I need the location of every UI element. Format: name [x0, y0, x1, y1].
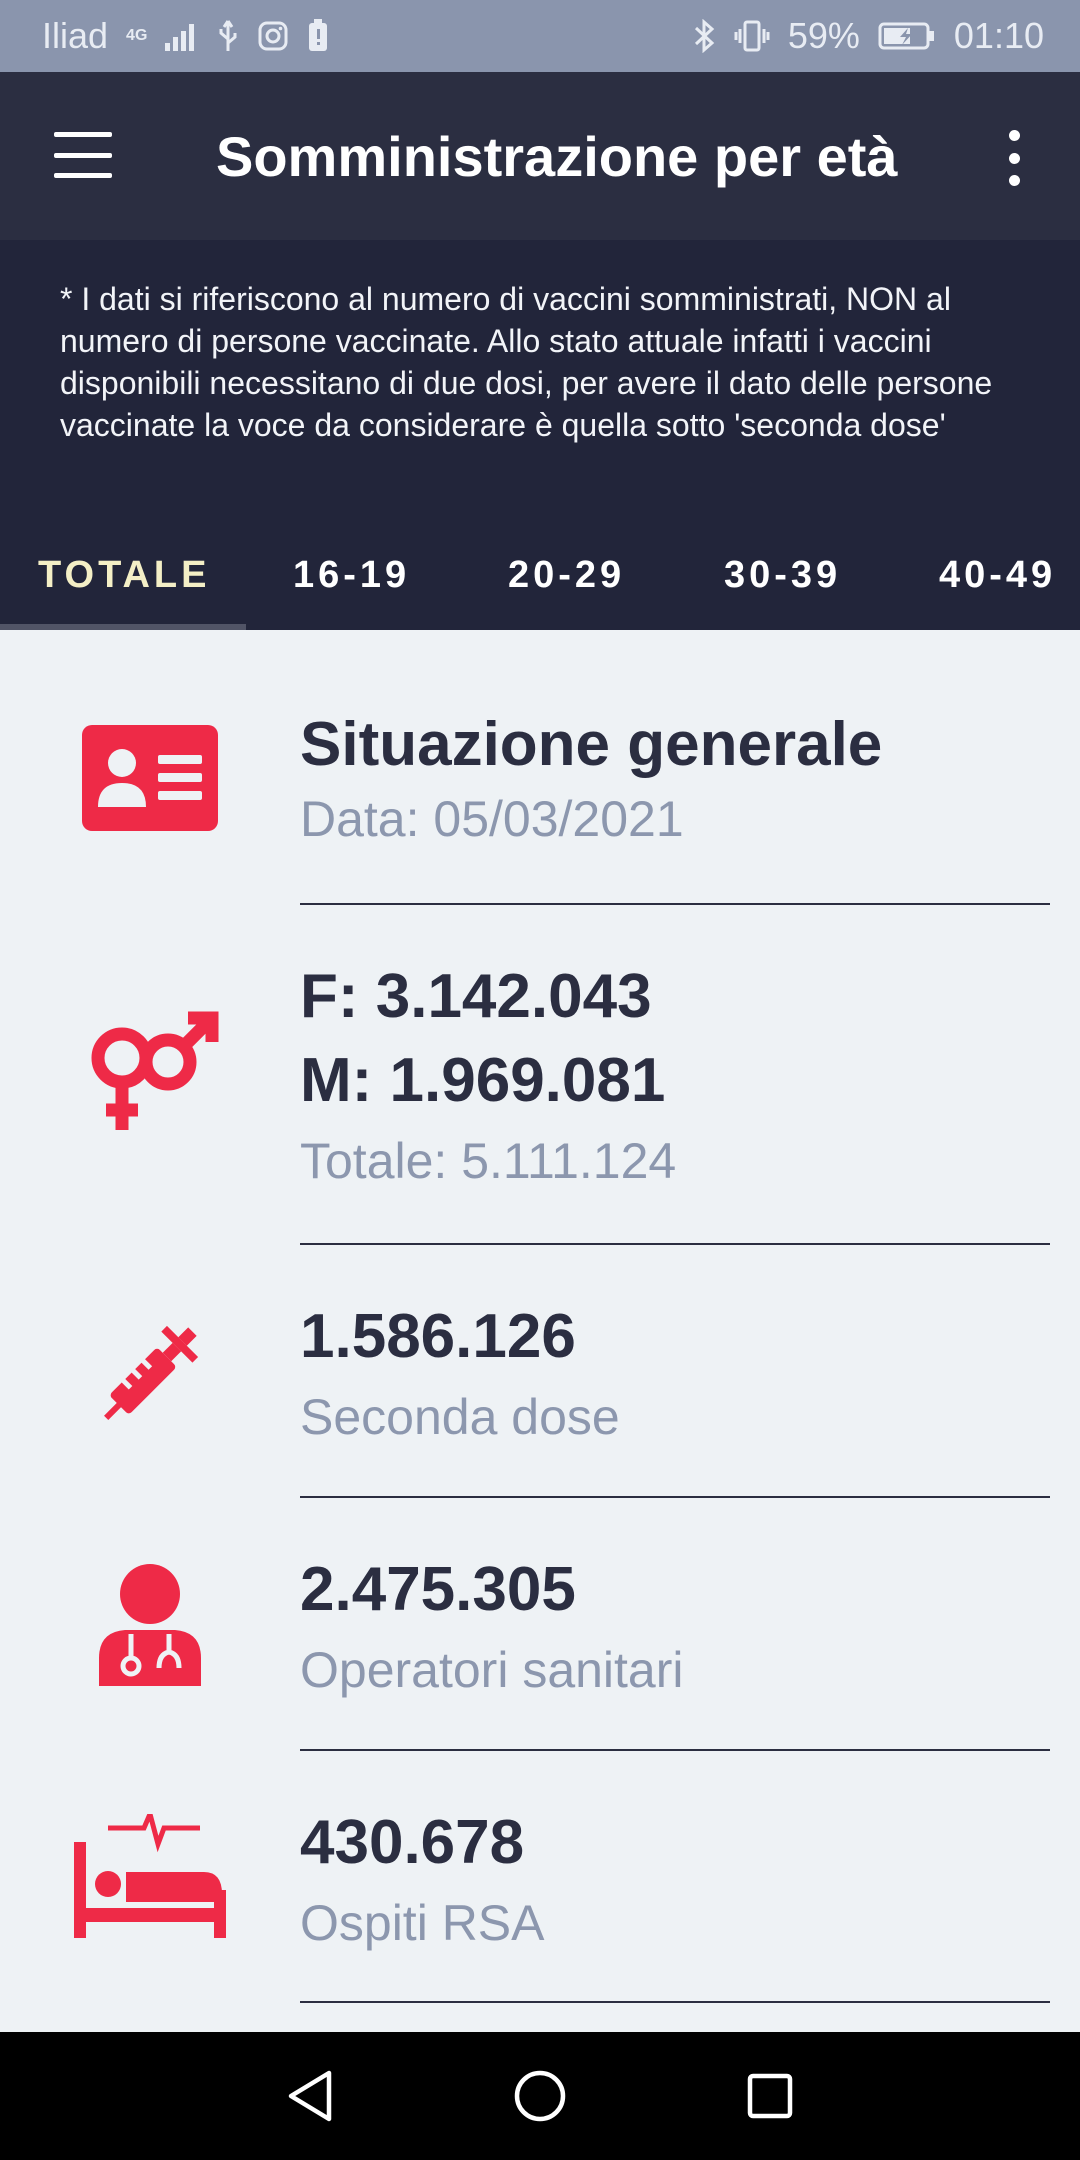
battery-saver-icon	[307, 19, 329, 53]
signal-icon	[165, 21, 199, 51]
id-card-icon	[70, 725, 230, 831]
gender-total: Totale: 5.111.124	[300, 1133, 677, 1189]
status-bar: Iliad 4G 59% 01:10	[0, 0, 1080, 72]
home-icon[interactable]	[500, 2032, 580, 2160]
divider	[300, 903, 1050, 905]
gender-icon	[70, 1010, 230, 1134]
content-list: Situazione generale Data: 05/03/2021 F: …	[0, 630, 1080, 2030]
health-workers-value: 2.475.305	[300, 1555, 576, 1624]
general-title: Situazione generale	[300, 710, 883, 779]
app-toolbar: Somministrazione per età	[0, 72, 1080, 240]
tab-20-29[interactable]: 20-29	[508, 520, 625, 630]
back-icon[interactable]	[270, 2032, 350, 2160]
bluetooth-icon	[692, 19, 716, 53]
rsa-guests-value: 430.678	[300, 1808, 525, 1877]
doctor-icon	[70, 1562, 230, 1686]
age-tabs: TOTALE 16-19 20-29 30-39 40-49	[0, 520, 1080, 630]
female-count: F: 3.142.043	[300, 962, 652, 1031]
tab-16-19[interactable]: 16-19	[293, 520, 410, 630]
recents-icon[interactable]	[730, 2032, 810, 2160]
tab-30-39[interactable]: 30-39	[724, 520, 841, 630]
battery-percent: 59%	[787, 15, 860, 56]
system-nav-bar	[0, 2032, 1080, 2160]
syringe-icon	[70, 1312, 230, 1436]
male-count: M: 1.969.081	[300, 1046, 666, 1115]
rsa-guests-label: Ospiti RSA	[300, 1895, 545, 1951]
info-note-text: * I dati si riferiscono al numero di vac…	[60, 281, 993, 443]
tab-40-49[interactable]: 40-49	[939, 520, 1056, 630]
general-date: Data: 05/03/2021	[300, 791, 684, 847]
second-dose-label: Seconda dose	[300, 1389, 620, 1445]
divider	[300, 2001, 1050, 2003]
battery-charging-icon	[878, 21, 936, 51]
network-type-icon: 4G	[126, 27, 148, 44]
tab-totale[interactable]: TOTALE	[38, 520, 210, 630]
divider	[300, 1243, 1050, 1245]
health-workers-label: Operatori sanitari	[300, 1642, 684, 1698]
divider	[300, 1749, 1050, 1751]
instagram-icon	[257, 20, 289, 52]
second-dose-value: 1.586.126	[300, 1302, 576, 1371]
clock: 01:10	[953, 15, 1044, 56]
divider	[300, 1496, 1050, 1498]
hamburger-menu-icon[interactable]	[54, 132, 114, 178]
page-title: Somministrazione per età	[216, 125, 898, 188]
vibrate-icon	[734, 19, 770, 53]
carrier-label: Iliad	[42, 15, 109, 56]
usb-icon	[217, 19, 239, 53]
hospital-bed-icon	[70, 1814, 230, 1940]
overflow-menu-icon[interactable]	[1000, 130, 1028, 186]
